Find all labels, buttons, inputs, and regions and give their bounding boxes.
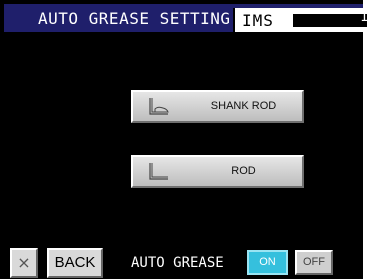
ims-value: 1 (360, 10, 367, 25)
auto-grease-on-button[interactable]: ON (247, 250, 288, 275)
rod-icon (149, 163, 168, 180)
auto-grease-label: AUTO GREASE (131, 255, 224, 271)
back-button[interactable]: BACK (47, 248, 103, 278)
rod-button[interactable]: ROD (131, 155, 304, 188)
auto-grease-off-button[interactable]: OFF (295, 250, 333, 275)
title-bar: AUTO GREASE SETTING IMS 1 (4, 4, 367, 32)
shank-rod-button[interactable]: SHANK ROD (131, 90, 304, 123)
ims-indicator: IMS 1 (233, 8, 367, 32)
shank-rod-label: SHANK ROD (210, 100, 277, 112)
ims-value-field: 1 (293, 10, 367, 27)
hmi-screen: AUTO GREASE SETTING IMS 1 SHANK ROD ROD (0, 0, 367, 279)
close-button[interactable]: × (10, 248, 38, 278)
shank-rod-icon (149, 98, 169, 115)
rod-label: ROD (231, 165, 256, 177)
page-title: AUTO GREASE SETTING (38, 9, 231, 28)
ims-label: IMS (242, 11, 274, 30)
